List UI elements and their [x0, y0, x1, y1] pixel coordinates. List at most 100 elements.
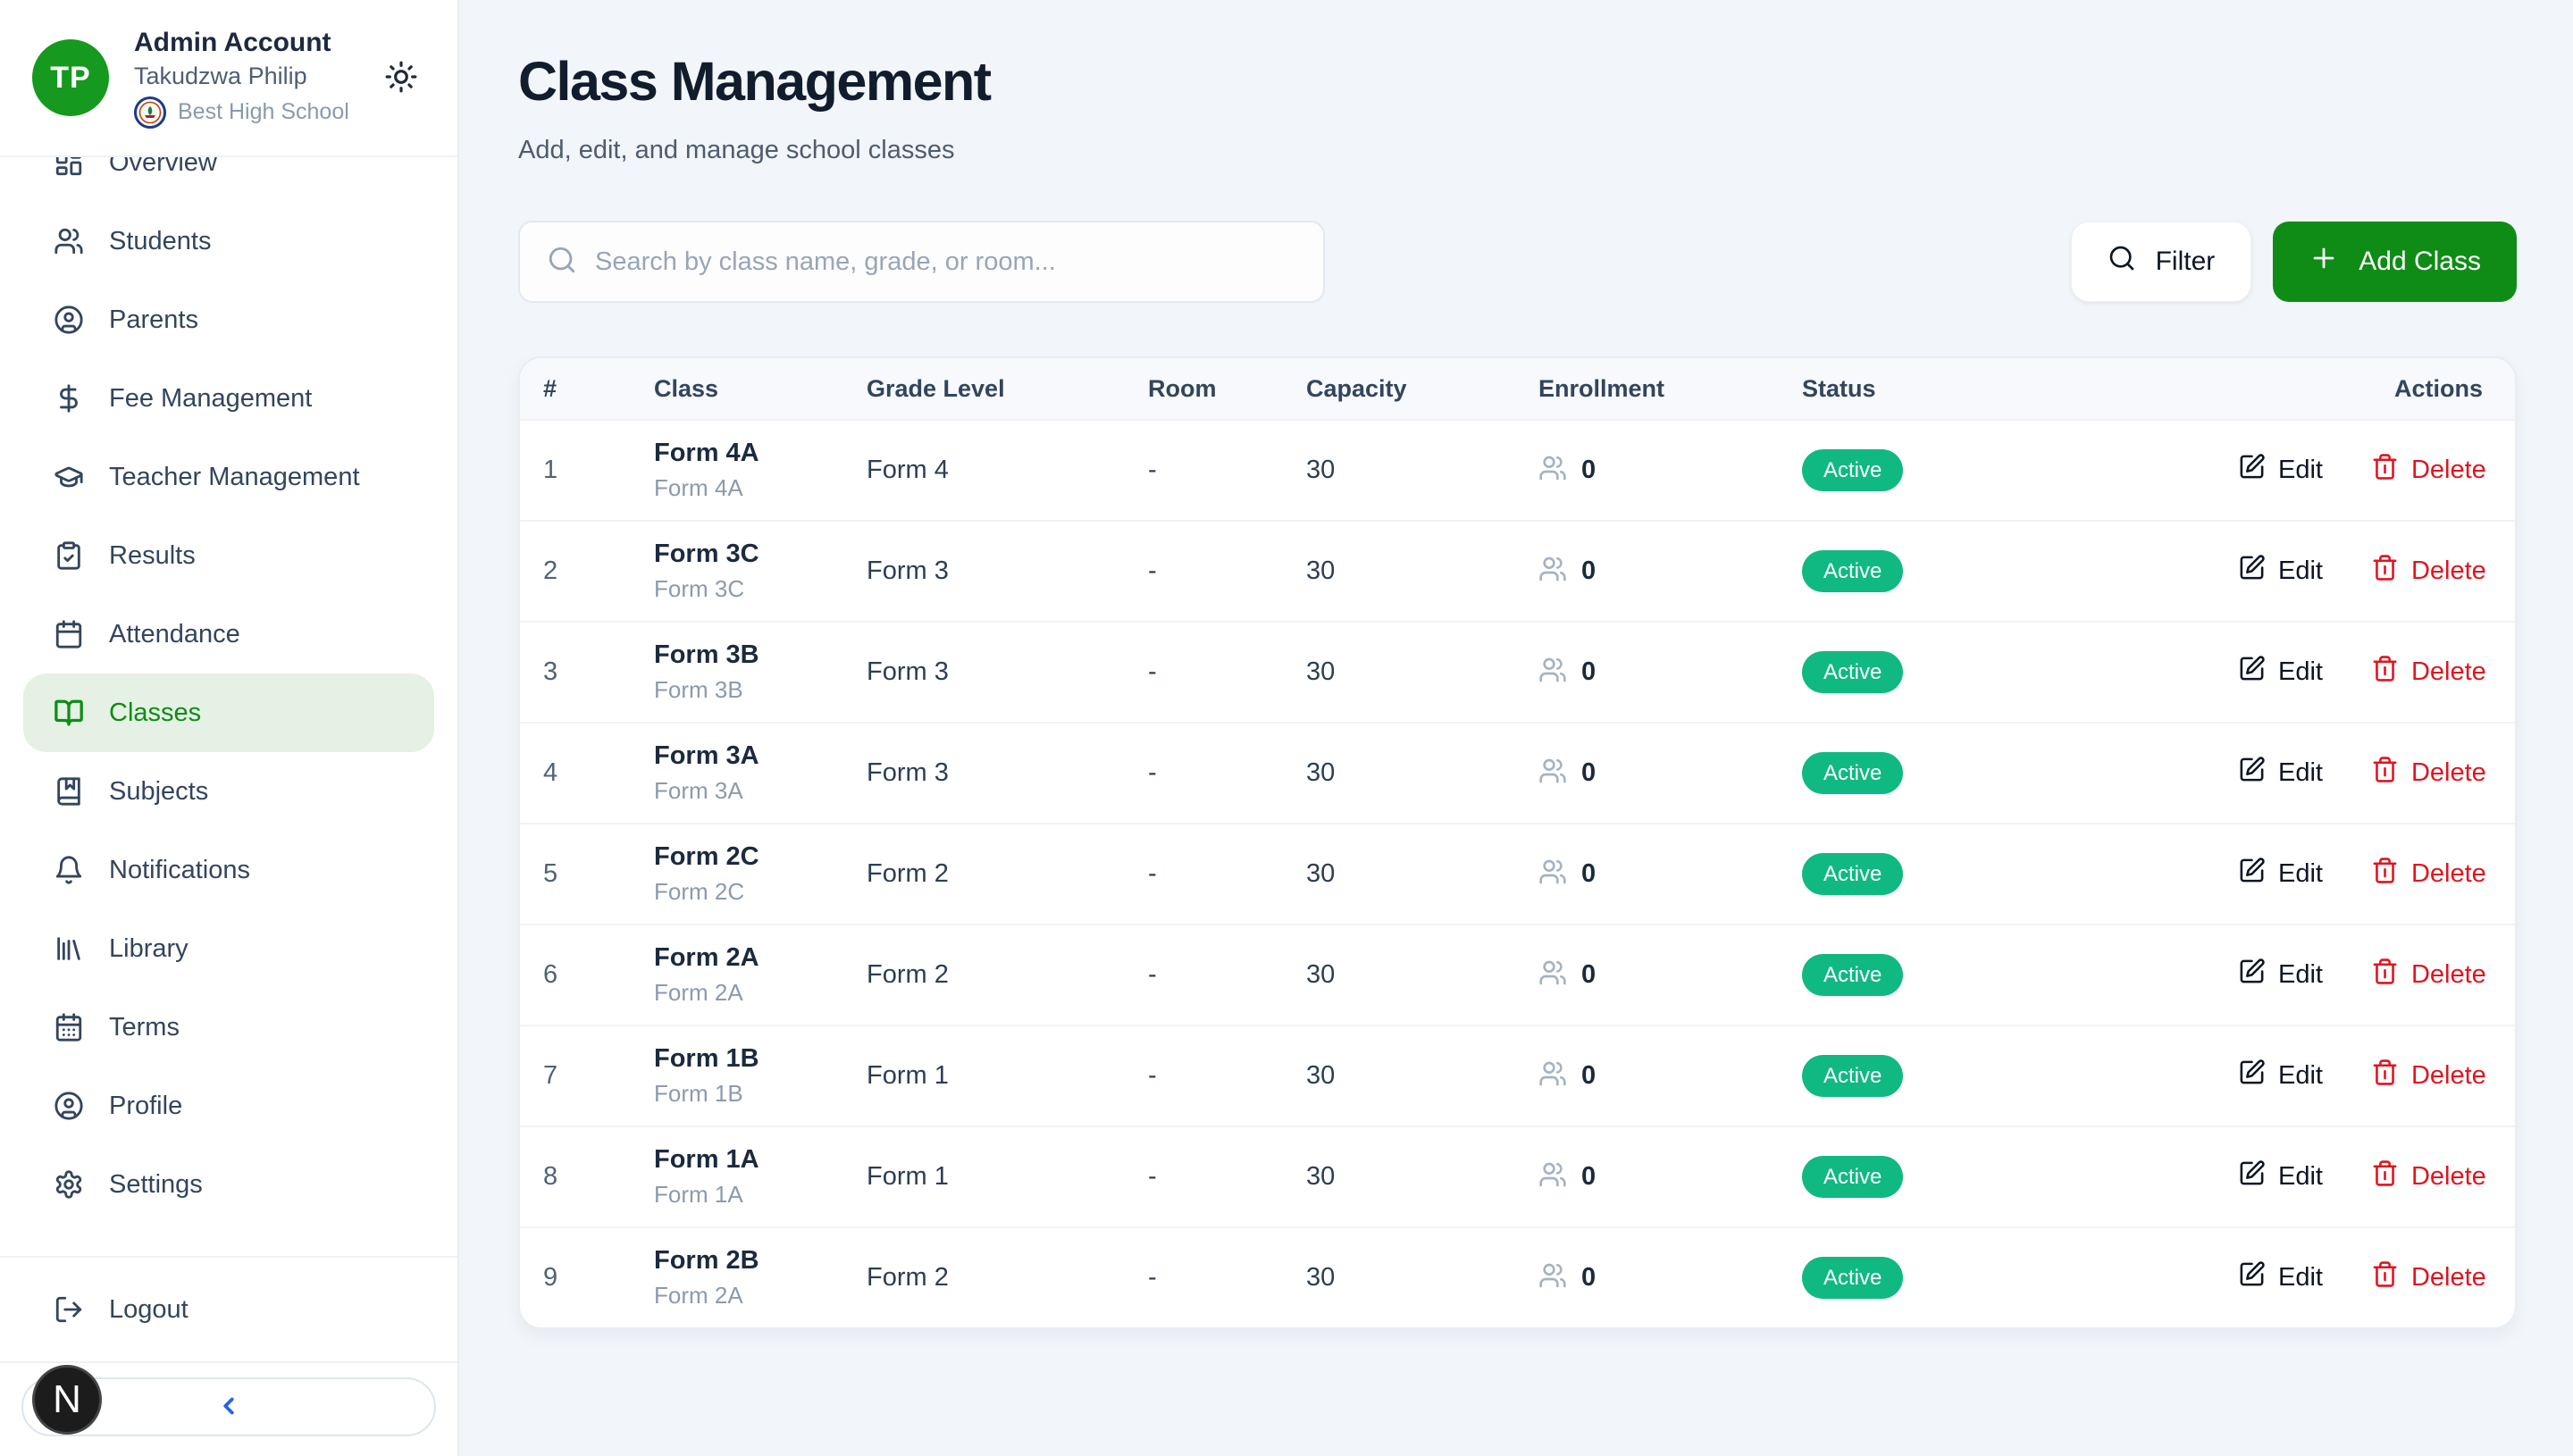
- room: -: [1148, 1263, 1306, 1293]
- row-number: 7: [520, 1061, 654, 1091]
- sidebar-item-label: Settings: [109, 1170, 203, 1200]
- column-header: Grade Level: [867, 375, 1148, 403]
- filter-button[interactable]: Filter: [2071, 222, 2252, 302]
- enrollment-count: 0: [1581, 1263, 1596, 1293]
- class-name: Form 3B: [654, 640, 867, 670]
- row-number: 5: [520, 859, 654, 889]
- table-row: 1 Form 4A Form 4A Form 4 - 30 0 Active E…: [520, 419, 2515, 520]
- edit-button[interactable]: Edit: [2238, 1059, 2323, 1093]
- status-badge: Active: [1802, 550, 1903, 592]
- delete-button[interactable]: Delete: [2371, 1260, 2486, 1295]
- class-name: Form 2B: [654, 1246, 867, 1276]
- class-name: Form 3C: [654, 540, 867, 569]
- delete-label: Delete: [2411, 1162, 2486, 1192]
- edit-button[interactable]: Edit: [2238, 958, 2323, 992]
- room: -: [1148, 456, 1306, 485]
- edit-button[interactable]: Edit: [2238, 756, 2323, 791]
- delete-button[interactable]: Delete: [2371, 554, 2486, 589]
- row-number: 6: [520, 960, 654, 990]
- edit-label: Edit: [2278, 1162, 2323, 1192]
- layout-dashboard-icon: [54, 157, 84, 178]
- delete-label: Delete: [2411, 960, 2486, 990]
- sidebar-nav: Overview Students Parents Fee Management…: [0, 157, 457, 1243]
- grade-level: Form 2: [867, 960, 1148, 990]
- grade-level: Form 1: [867, 1061, 1148, 1091]
- sidebar-item-subjects[interactable]: Subjects: [23, 752, 434, 831]
- sidebar-item-settings[interactable]: Settings: [23, 1145, 434, 1224]
- delete-button[interactable]: Delete: [2371, 958, 2486, 992]
- sidebar: TP Admin Account Takudzwa Philip Best Hi…: [0, 0, 459, 1456]
- delete-button[interactable]: Delete: [2371, 1059, 2486, 1093]
- table-row: 4 Form 3A Form 3A Form 3 - 30 0 Active E…: [520, 722, 2515, 823]
- edit-pencil-icon: [2238, 655, 2266, 690]
- enrollment-count: 0: [1581, 758, 1596, 788]
- capacity: 30: [1306, 960, 1538, 990]
- sidebar-item-profile[interactable]: Profile: [23, 1067, 434, 1145]
- row-number: 8: [520, 1162, 654, 1192]
- delete-button[interactable]: Delete: [2371, 655, 2486, 690]
- edit-button[interactable]: Edit: [2238, 655, 2323, 690]
- table-row: 6 Form 2A Form 2A Form 2 - 30 0 Active E…: [520, 924, 2515, 1025]
- search-input[interactable]: [595, 247, 1296, 277]
- table-row: 7 Form 1B Form 1B Form 1 - 30 0 Active E…: [520, 1025, 2515, 1125]
- dollar-icon: [54, 383, 84, 414]
- delete-button[interactable]: Delete: [2371, 453, 2486, 488]
- edit-button[interactable]: Edit: [2238, 1159, 2323, 1194]
- edit-button[interactable]: Edit: [2238, 554, 2323, 589]
- delete-button[interactable]: Delete: [2371, 1159, 2486, 1194]
- edit-label: Edit: [2278, 1061, 2323, 1091]
- edit-button[interactable]: Edit: [2238, 453, 2323, 488]
- delete-button[interactable]: Delete: [2371, 756, 2486, 791]
- grade-level: Form 3: [867, 657, 1148, 687]
- actions-cell: Edit Delete: [2238, 1159, 2517, 1194]
- sidebar-item-library[interactable]: Library: [23, 909, 434, 988]
- edit-pencil-icon: [2238, 1059, 2266, 1093]
- table-row: 8 Form 1A Form 1A Form 1 - 30 0 Active E…: [520, 1125, 2515, 1226]
- enrollment-cell: 0: [1538, 858, 1802, 891]
- capacity: 30: [1306, 1162, 1538, 1192]
- actions-cell: Edit Delete: [2238, 1260, 2517, 1295]
- class-name: Form 1B: [654, 1044, 867, 1074]
- class-cell: Form 2C Form 2C: [654, 842, 867, 906]
- capacity: 30: [1306, 859, 1538, 889]
- class-subname: Form 1B: [654, 1080, 867, 1108]
- edit-pencil-icon: [2238, 554, 2266, 589]
- dev-tools-badge[interactable]: N: [32, 1365, 102, 1435]
- sidebar-item-students[interactable]: Students: [23, 202, 434, 280]
- delete-button[interactable]: Delete: [2371, 857, 2486, 891]
- row-number: 2: [520, 556, 654, 586]
- sidebar-item-terms[interactable]: Terms: [23, 988, 434, 1067]
- sidebar-item-label: Fee Management: [109, 384, 312, 414]
- calendar-days-icon: [54, 1012, 84, 1042]
- sidebar-item-classes[interactable]: Classes: [23, 674, 434, 752]
- column-header: Room: [1148, 375, 1306, 403]
- sidebar-item-attendance[interactable]: Attendance: [23, 595, 434, 674]
- sidebar-item-parents[interactable]: Parents: [23, 280, 434, 359]
- enrollment-count: 0: [1581, 556, 1596, 586]
- edit-pencil-icon: [2238, 958, 2266, 992]
- status-cell: Active: [1802, 449, 2238, 491]
- enrollment-count: 0: [1581, 1061, 1596, 1091]
- capacity: 30: [1306, 758, 1538, 788]
- table-row: 3 Form 3B Form 3B Form 3 - 30 0 Active E…: [520, 621, 2515, 722]
- class-cell: Form 1B Form 1B: [654, 1044, 867, 1108]
- sidebar-item-label: Library: [109, 934, 189, 964]
- sidebar-item-results[interactable]: Results: [23, 516, 434, 595]
- sidebar-item-overview[interactable]: Overview: [23, 157, 434, 202]
- sidebar-item-fee-management[interactable]: Fee Management: [23, 359, 434, 438]
- sun-icon: [384, 83, 418, 96]
- status-cell: Active: [1802, 1055, 2238, 1097]
- logout-button[interactable]: Logout: [23, 1270, 434, 1349]
- sidebar-item-teacher-management[interactable]: Teacher Management: [23, 438, 434, 516]
- class-cell: Form 3C Form 3C: [654, 540, 867, 603]
- class-name: Form 4A: [654, 439, 867, 468]
- edit-button[interactable]: Edit: [2238, 1260, 2323, 1295]
- edit-button[interactable]: Edit: [2238, 857, 2323, 891]
- sidebar-item-notifications[interactable]: Notifications: [23, 831, 434, 909]
- class-subname: Form 3B: [654, 676, 867, 704]
- theme-toggle-button[interactable]: [381, 57, 422, 98]
- add-class-label: Add Class: [2359, 247, 2481, 277]
- search-box: [518, 221, 1325, 303]
- class-cell: Form 3B Form 3B: [654, 640, 867, 704]
- add-class-button[interactable]: Add Class: [2273, 222, 2517, 302]
